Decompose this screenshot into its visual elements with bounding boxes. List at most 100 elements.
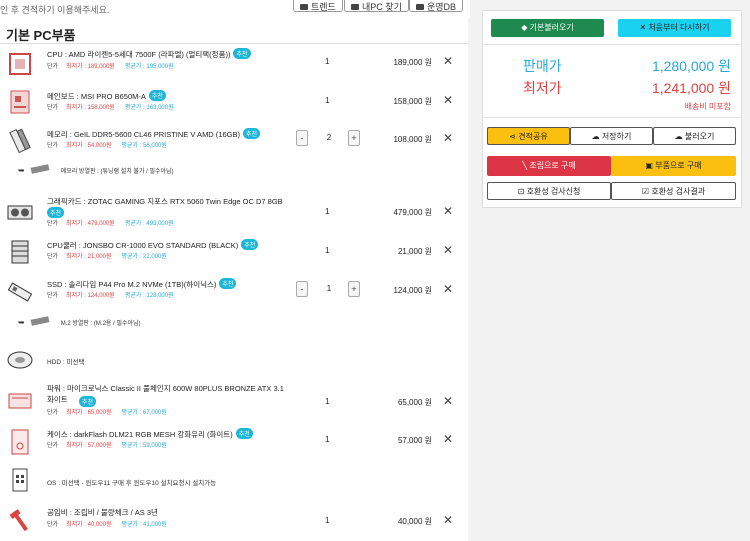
delete-button[interactable]: ✕ (443, 205, 453, 217)
buy-assembled-button[interactable]: ╲ 조립으로 구매 (487, 156, 611, 176)
part-name: SSD : 솔리다임 P44 Pro M.2 NVMe (1TB)(하이닉스) 추… (47, 278, 237, 290)
load-default-button[interactable]: ◆ 기본불러오기 (491, 19, 604, 37)
qty-value[interactable]: 1 (310, 281, 348, 297)
part-name: 케이스 : darkFlash DLM21 RGB MESH 강화유리 (화이트… (47, 428, 253, 440)
part-qty: 1 (325, 207, 330, 216)
m2-heatsink-row: ➥ M.2 방열판 : (M.2용 / 필수아님) (18, 316, 141, 327)
cooler-icon (11, 240, 29, 264)
trend-icon (300, 4, 308, 10)
find-my-pc-button[interactable]: 내PC 찾기 (344, 0, 409, 12)
ssd-icon (7, 282, 33, 302)
delete-button[interactable]: ✕ (443, 244, 453, 256)
part-qty: 1 (325, 516, 330, 525)
part-prices: 단가 최저가 : 65,000원 평균가 : 67,000원 (47, 410, 167, 416)
part-name: 메인보드 : MSI PRO B650M-A 추천 (47, 90, 166, 102)
part-badge-line: 추천 (76, 396, 97, 407)
section-divider (0, 43, 468, 44)
operation-db-button[interactable]: 운영DB (409, 0, 464, 12)
quantity-stepper: - 1 + (296, 281, 362, 297)
summary-divider (483, 44, 741, 45)
request-icon: ⊡ (517, 187, 525, 196)
part-price: 40,000 원 (397, 517, 432, 526)
delete-button[interactable]: ✕ (443, 433, 453, 445)
qty-value[interactable]: 2 (310, 130, 348, 146)
part-prices: 단가 최저가 : 54,000원 평균가 : 56,000원 (47, 143, 167, 149)
delete-button[interactable]: ✕ (443, 395, 453, 407)
part-name: 메모리 : GeIL DDR5-5600 CL46 PRISTINE V AMD… (47, 128, 261, 140)
part-qty: 1 (325, 57, 330, 66)
summary-divider-2 (483, 117, 741, 118)
shipping-note: 배송비 미포함 (684, 102, 731, 111)
recommend-badge: 추천 (79, 396, 97, 407)
qty-plus-button[interactable]: + (348, 281, 360, 297)
trend-button[interactable]: 트렌드 (293, 0, 343, 12)
part-prices: 단가 최저가 : 158,000원 평균가 : 163,000원 (47, 105, 174, 111)
part-name: 그래픽카드 : ZOTAC GAMING 지포스 RTX 5060 Twin E… (47, 197, 283, 206)
qty-minus-button[interactable]: - (296, 281, 308, 297)
compat-request-button[interactable]: ⊡ 호환성 검사신청 (487, 182, 611, 200)
part-price: 158,000 원 (393, 97, 432, 106)
recommend-badge: 추천 (47, 207, 65, 218)
sub-arrow-icon: ➥ (18, 318, 25, 327)
recommend-badge: 추천 (242, 128, 261, 139)
save-button[interactable]: ☁ 저장하기 (570, 127, 653, 145)
part-badge-line: 추천 (47, 207, 65, 218)
part-name: CPU쿨러 : JONSBO CR-1000 EVO STANDARD (BLA… (47, 239, 259, 251)
parts-panel: 기본 PC부품 CPU : AMD 라이젠5-5세대 7500F (라파엘) (… (0, 18, 468, 541)
part-prices: 단가 최저가 : 21,000원 평균가 : 22,000원 (47, 254, 167, 260)
qty-minus-button[interactable]: - (296, 130, 308, 146)
find-my-pc-button-label: 내PC 찾기 (362, 2, 402, 12)
summary-panel: ◆ 기본불러오기 ✕ 처음부터 다시하기 판매가 1,280,000 원 최저가… (482, 10, 742, 208)
delete-button[interactable]: ✕ (443, 514, 453, 526)
motherboard-icon (10, 90, 30, 114)
part-prices: 단가 최저가 : 40,000원 평균가 : 41,000원 (47, 522, 167, 528)
part-price: 189,000 원 (393, 58, 432, 67)
recommend-badge: 추천 (241, 239, 259, 250)
part-price: 124,000 원 (393, 286, 432, 295)
memory-icon (9, 128, 31, 154)
compat-result-button[interactable]: ☑ 호환성 검사결과 (611, 182, 736, 200)
part-price: 479,000 원 (393, 208, 432, 217)
check-icon: ☑ (641, 187, 650, 196)
recommend-badge: 추천 (233, 48, 251, 59)
part-prices: 단가 최저가 : 57,000원 평균가 : 59,000원 (47, 443, 167, 449)
cpu-icon (9, 53, 31, 75)
cloud-upload-icon: ☁ (591, 132, 600, 141)
share-estimate-button[interactable]: ⋖ 견적공유 (487, 127, 570, 145)
heatsink-icon (30, 164, 50, 174)
section-title: 기본 PC부품 (6, 28, 76, 43)
tool-icon (9, 509, 28, 532)
delete-button[interactable]: ✕ (443, 283, 453, 295)
part-prices: 단가 최저가 : 189,000원 평균가 : 195,000원 (47, 64, 174, 70)
delete-button[interactable]: ✕ (443, 55, 453, 67)
page: 인 후 견적하기 이용해주세요. 트렌드 내PC 찾기 운영DB 기본 PC부품… (0, 0, 750, 541)
delete-button[interactable]: ✕ (443, 94, 453, 106)
os-icon (12, 468, 28, 492)
part-price: 57,000 원 (397, 436, 432, 445)
recommend-badge: 추천 (235, 428, 253, 439)
os-text: OS : 미선택 - 윈도우11 구매 후 윈도우10 설치요청시 설치가능 (47, 480, 217, 487)
delete-button[interactable]: ✕ (443, 132, 453, 144)
memory-heatsink-row: ➥ 메모리 방열판 : (튜닝램 설치 불가 / 필수아님) (18, 164, 174, 175)
trend-button-label: 트렌드 (311, 2, 336, 12)
part-qty: 1 (325, 246, 330, 255)
sale-price-label: 판매가 (523, 58, 562, 74)
box-icon: ▣ (645, 161, 653, 170)
hdd-icon (7, 351, 33, 369)
operation-db-button-label: 운영DB (427, 2, 457, 12)
part-name: 공임비 : 조립비 / 불량체크 / AS 3년 (47, 508, 158, 517)
part-name: CPU : AMD 라이젠5-5세대 7500F (라파엘) (멀티팩(정품))… (47, 48, 251, 60)
reset-button[interactable]: ✕ 처음부터 다시하기 (618, 19, 731, 37)
search-icon (351, 4, 359, 10)
buy-parts-button[interactable]: ▣ 부품으로 구매 (611, 156, 736, 176)
wrench-icon: ╲ (522, 161, 528, 170)
qty-plus-button[interactable]: + (348, 130, 360, 146)
psu-icon (8, 393, 32, 409)
part-qty: 1 (325, 397, 330, 406)
load-button[interactable]: ☁ 불러오기 (653, 127, 736, 145)
sale-price-value: 1,280,000 원 (651, 58, 731, 74)
part-prices: 단가 최저가 : 479,000원 평균가 : 493,000원 (47, 221, 174, 227)
lowest-price-label: 최저가 (523, 80, 562, 96)
cloud-download-icon: ☁ (674, 132, 683, 141)
recommend-badge: 추천 (148, 90, 166, 101)
